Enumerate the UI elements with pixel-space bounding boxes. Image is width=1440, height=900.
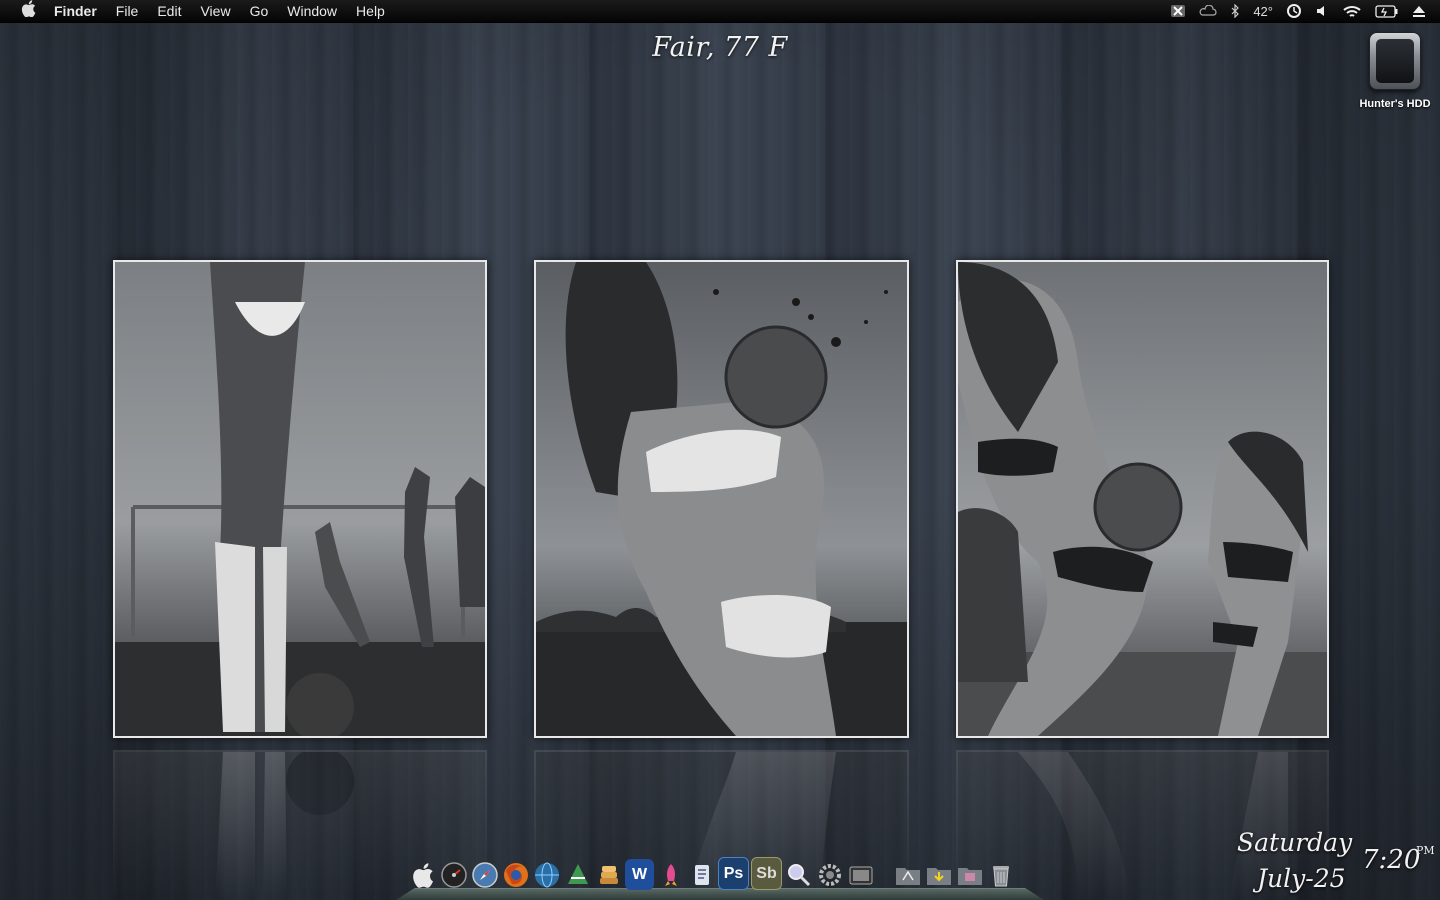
clock-time: 7:20 <box>1362 845 1421 875</box>
date-date-label: July-25 <box>1257 864 1346 893</box>
applications-folder-icon[interactable] <box>893 859 922 890</box>
dock-icons: W Ps Sb <box>408 857 1015 890</box>
script-icon[interactable] <box>687 859 716 890</box>
eject-icon[interactable] <box>1412 5 1426 18</box>
menu-go[interactable]: Go <box>250 3 269 19</box>
dock: W Ps Sb <box>396 857 1044 900</box>
downloads-folder-icon[interactable] <box>924 859 953 890</box>
photo-center <box>534 260 909 738</box>
firefox-icon[interactable] <box>501 859 530 890</box>
cloud-icon[interactable] <box>1199 5 1217 17</box>
hard-drive-icon[interactable] <box>1369 32 1421 90</box>
menu-bar: Finder File Edit View Go Window Help 42° <box>0 0 1440 23</box>
trash-icon[interactable] <box>986 859 1015 890</box>
menu-file[interactable]: File <box>116 3 139 19</box>
stack-icon[interactable] <box>594 859 623 890</box>
bluetooth-icon[interactable] <box>1230 4 1240 18</box>
apple-icon[interactable] <box>17 0 39 22</box>
photo-icon <box>958 262 1327 736</box>
dashboard-icon[interactable] <box>439 859 468 890</box>
clock-ampm: PM <box>1416 844 1435 857</box>
network-icon[interactable] <box>532 859 561 890</box>
vlc-icon[interactable] <box>563 859 592 890</box>
x-app-icon[interactable] <box>1170 4 1186 18</box>
menu-help[interactable]: Help <box>356 3 385 19</box>
finder-icon[interactable] <box>408 859 437 890</box>
time-machine-icon[interactable] <box>1286 3 1302 19</box>
hard-drive-desktop-item[interactable]: Hunter's HDD <box>1356 32 1434 110</box>
menu-edit[interactable]: Edit <box>157 3 181 19</box>
status-menus: 42° <box>1170 0 1426 22</box>
photoshop-icon[interactable]: Ps <box>718 857 749 890</box>
volume-icon[interactable] <box>1315 4 1329 18</box>
rocket-icon[interactable] <box>656 859 685 890</box>
weather-widget: Fair, 77 F <box>652 32 788 63</box>
pictures-folder-icon[interactable] <box>955 859 984 890</box>
wifi-icon[interactable] <box>1342 4 1362 19</box>
photo-right <box>956 260 1329 738</box>
menu-view[interactable]: View <box>200 3 230 19</box>
menu-window[interactable]: Window <box>287 3 337 19</box>
photo-icon <box>536 262 907 736</box>
preview-icon[interactable] <box>784 859 813 890</box>
temperature-readout[interactable]: 42° <box>1253 4 1273 19</box>
safari-icon[interactable] <box>470 859 499 890</box>
photo-left <box>113 260 487 738</box>
menu-app-finder[interactable]: Finder <box>54 3 97 19</box>
date-day-label: Saturday <box>1237 828 1353 857</box>
photo-booth-icon[interactable] <box>846 859 875 890</box>
system-preferences-icon[interactable] <box>815 859 844 890</box>
photo-icon <box>115 262 485 736</box>
word-icon[interactable]: W <box>625 859 654 890</box>
soundbooth-icon[interactable]: Sb <box>751 857 782 890</box>
battery-icon[interactable] <box>1375 4 1399 18</box>
hard-drive-label[interactable]: Hunter's HDD <box>1356 98 1434 110</box>
